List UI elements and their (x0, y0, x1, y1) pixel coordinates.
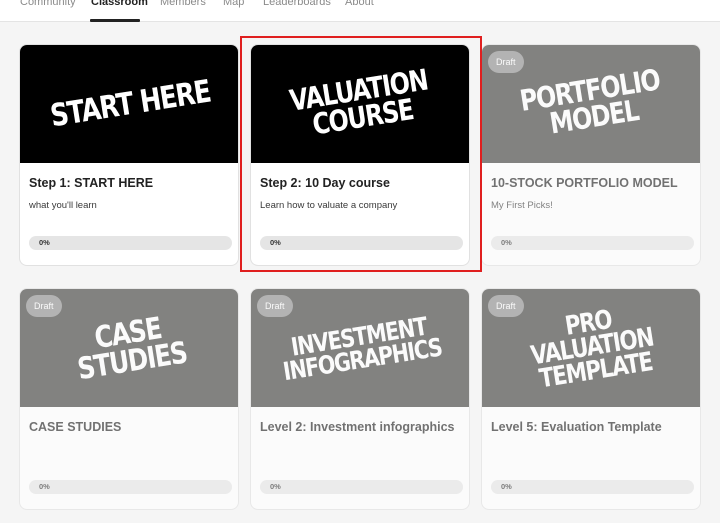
progress-percent: 0% (270, 238, 281, 247)
course-cover-image: START HERE (20, 45, 238, 163)
progress-percent: 0% (270, 482, 281, 491)
course-cover-image: VALUATION COURSE (251, 45, 469, 163)
course-description: My First Picks! (491, 200, 553, 211)
tab-classroom[interactable]: Classroom (91, 0, 148, 8)
course-title: CASE STUDIES (29, 420, 122, 434)
course-progress-bar: 0% (29, 480, 232, 494)
cover-title-text: START HERE (47, 73, 213, 135)
course-progress-bar: 0% (491, 236, 694, 250)
course-card-start-here[interactable]: START HERE Step 1: START HERE what you'l… (19, 44, 239, 266)
course-title: 10-STOCK PORTFOLIO MODEL (491, 176, 678, 190)
course-title: Level 5: Evaluation Template (491, 420, 662, 434)
tab-about[interactable]: About (345, 0, 374, 8)
cover-title-text: PRO VALUATION TEMPLATE (528, 304, 656, 395)
progress-percent: 0% (39, 482, 50, 491)
course-progress-bar: 0% (491, 480, 694, 494)
course-card-portfolio-model[interactable]: PORTFOLIO MODEL Draft 10-STOCK PORTFOLIO… (481, 44, 701, 266)
course-title: Step 1: START HERE (29, 176, 154, 190)
progress-percent: 0% (501, 482, 512, 491)
classroom-nav-bar: Community Classroom Members Map Leaderbo… (0, 0, 720, 22)
course-card-pro-valuation-template[interactable]: PRO VALUATION TEMPLATE Draft Level 5: Ev… (481, 288, 701, 510)
draft-badge: Draft (488, 295, 524, 317)
course-progress-bar: 0% (260, 480, 463, 494)
active-tab-indicator (90, 19, 140, 22)
course-card-valuation-course[interactable]: VALUATION COURSE Step 2: 10 Day course L… (250, 44, 470, 266)
progress-percent: 0% (501, 238, 512, 247)
tab-community[interactable]: Community (20, 0, 76, 8)
tab-leaderboards[interactable]: Leaderboards (263, 0, 331, 8)
cover-title-text: CASE STUDIES (75, 311, 190, 388)
course-progress-bar: 0% (29, 236, 232, 250)
course-title: Level 2: Investment infographics (260, 420, 455, 434)
course-description: what you'll learn (29, 200, 97, 211)
cover-title-text: PORTFOLIO MODEL (517, 62, 663, 141)
tab-map[interactable]: Map (223, 0, 244, 8)
course-card-investment-infographics[interactable]: INVESTMENT INFOGRAPHICS Draft Level 2: I… (250, 288, 470, 510)
cover-title-text: INVESTMENT INFOGRAPHICS (281, 311, 445, 387)
draft-badge: Draft (257, 295, 293, 317)
draft-badge: Draft (26, 295, 62, 317)
course-title: Step 2: 10 Day course (260, 176, 390, 190)
course-card-case-studies[interactable]: CASE STUDIES Draft CASE STUDIES 0% (19, 288, 239, 510)
draft-badge: Draft (488, 51, 524, 73)
tab-members[interactable]: Members (160, 0, 206, 8)
course-description: Learn how to valuate a company (260, 200, 398, 211)
progress-percent: 0% (39, 238, 50, 247)
cover-title-text: VALUATION COURSE (287, 62, 431, 142)
course-progress-bar: 0% (260, 236, 463, 250)
